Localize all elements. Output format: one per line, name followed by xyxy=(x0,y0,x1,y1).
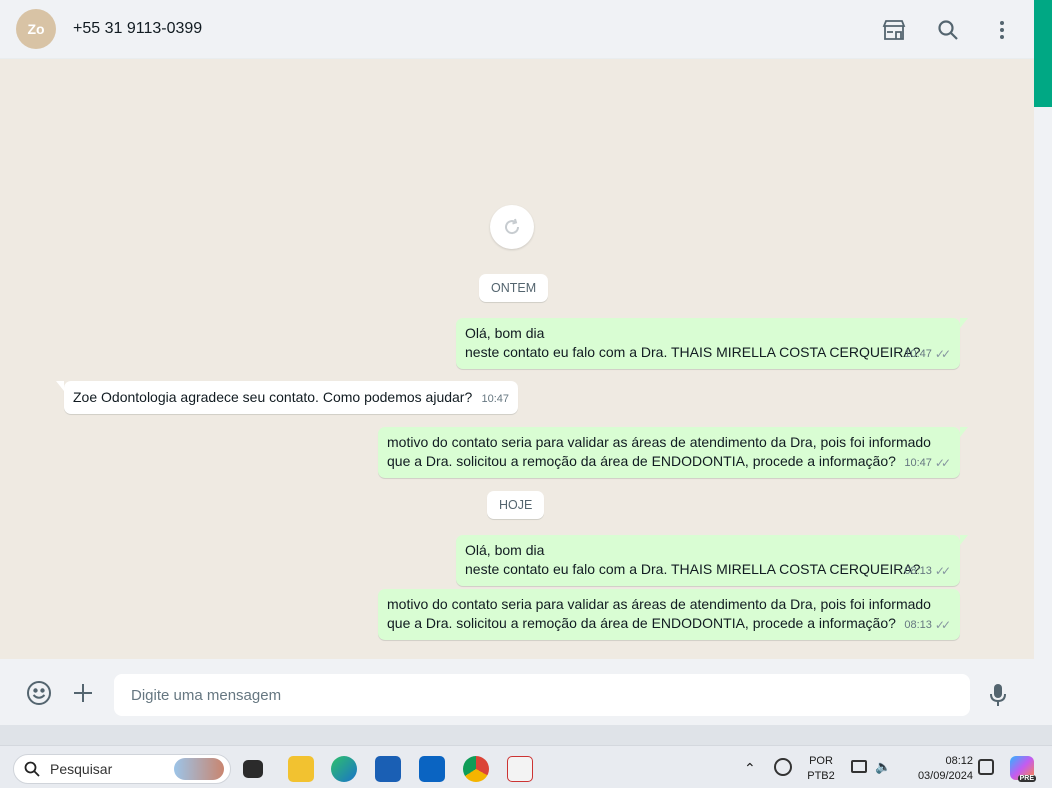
double-check-icon: ✓✓ xyxy=(934,456,951,470)
message-outgoing[interactable]: Olá, bom dia neste contato eu falo com a… xyxy=(456,318,968,369)
refresh-icon[interactable] xyxy=(490,205,534,249)
message-text: motivo do contato seria para validar as … xyxy=(387,596,931,612)
clock-date: 03/09/2024 xyxy=(917,770,973,782)
message-text: Olá, bom dia xyxy=(465,542,545,558)
message-text: neste contato eu falo com a Dra. THAIS M… xyxy=(465,561,921,577)
message-time: 10:47 xyxy=(904,348,932,360)
notification-icon[interactable] xyxy=(978,759,994,775)
emoji-icon[interactable] xyxy=(26,680,52,706)
message-text: Olá, bom dia xyxy=(465,325,545,341)
clock-time: 08:12 xyxy=(945,755,973,767)
double-check-icon: ✓✓ xyxy=(934,347,951,361)
taskbar-search-label: Pesquisar xyxy=(50,761,113,777)
avatar[interactable]: Zo xyxy=(16,9,56,49)
double-check-icon: ✓✓ xyxy=(934,618,951,632)
keyboard-layout: PTB2 xyxy=(807,770,835,782)
side-scrollbar[interactable] xyxy=(1034,0,1052,725)
message-text: motivo do contato seria para validar as … xyxy=(387,434,931,450)
microphone-icon[interactable] xyxy=(985,682,1011,708)
message-input[interactable] xyxy=(114,674,970,716)
plus-icon[interactable] xyxy=(70,680,96,706)
search-icon[interactable] xyxy=(936,18,960,42)
task-view-icon[interactable] xyxy=(243,760,263,778)
day-divider-yesterday: ONTEM xyxy=(479,274,549,302)
message-time: 10:47 xyxy=(904,457,932,469)
onedrive-offline-icon[interactable] xyxy=(774,758,792,776)
accent-strip xyxy=(1034,0,1052,107)
message-outgoing[interactable]: Olá, bom dia neste contato eu falo com a… xyxy=(456,535,968,586)
language-indicator[interactable]: POR PTB2 xyxy=(806,754,836,784)
message-outgoing[interactable]: motivo do contato seria para validar as … xyxy=(378,427,968,478)
clock[interactable]: 08:12 03/09/2024 xyxy=(905,754,973,784)
message-time: 08:13 xyxy=(904,619,932,631)
desktop-gap xyxy=(0,725,1052,745)
edge-icon[interactable] xyxy=(331,756,357,782)
message-time: 10:47 xyxy=(481,393,509,405)
chat-header: Zo +55 31 9113-0399 xyxy=(0,0,1034,59)
message-incoming[interactable]: Zoe Odontologia agradece seu contato. Co… xyxy=(56,381,518,414)
network-icon[interactable] xyxy=(851,760,867,773)
contact-name[interactable]: +55 31 9113-0399 xyxy=(73,20,202,38)
composer xyxy=(0,659,1034,725)
message-text: que a Dra. solicitou a remoção da área d… xyxy=(387,615,896,631)
taskbar-search[interactable]: Pesquisar xyxy=(13,754,231,784)
message-outgoing[interactable]: motivo do contato seria para validar as … xyxy=(378,589,960,640)
avatar-initials: Zo xyxy=(27,21,45,37)
outlook-icon[interactable] xyxy=(419,756,445,782)
message-area[interactable]: ONTEM Olá, bom dia neste contato eu falo… xyxy=(0,59,1034,659)
message-text: Zoe Odontologia agradece seu contato. Co… xyxy=(73,389,473,405)
language-code: POR xyxy=(809,755,833,767)
message-time: 08:13 xyxy=(904,565,932,577)
double-check-icon: ✓✓ xyxy=(934,564,951,578)
menu-dots-icon[interactable] xyxy=(990,18,1014,42)
file-explorer-icon[interactable] xyxy=(288,756,314,782)
shop-icon[interactable] xyxy=(882,18,906,42)
search-highlight-image xyxy=(174,758,224,780)
store-icon[interactable] xyxy=(375,756,401,782)
chevron-up-icon[interactable]: ⌃ xyxy=(744,760,756,777)
message-text: que a Dra. solicitou a remoção da área d… xyxy=(387,453,896,469)
search-icon xyxy=(24,761,40,777)
chrome-icon[interactable] xyxy=(463,756,489,782)
snipping-tool-icon[interactable] xyxy=(507,756,533,782)
whatsapp-window: Zo +55 31 9113-0399 ONTEM Olá, bom dia n… xyxy=(0,0,1034,725)
copilot-icon[interactable]: PRE xyxy=(1010,756,1036,782)
volume-icon[interactable]: 🔈 xyxy=(875,759,891,775)
taskbar: Pesquisar ⌃ POR PTB2 🔈 08:12 03/09/2024 … xyxy=(0,745,1052,788)
day-divider-today: HOJE xyxy=(487,491,545,519)
message-text: neste contato eu falo com a Dra. THAIS M… xyxy=(465,344,921,360)
copilot-badge: PRE xyxy=(1017,775,1036,782)
